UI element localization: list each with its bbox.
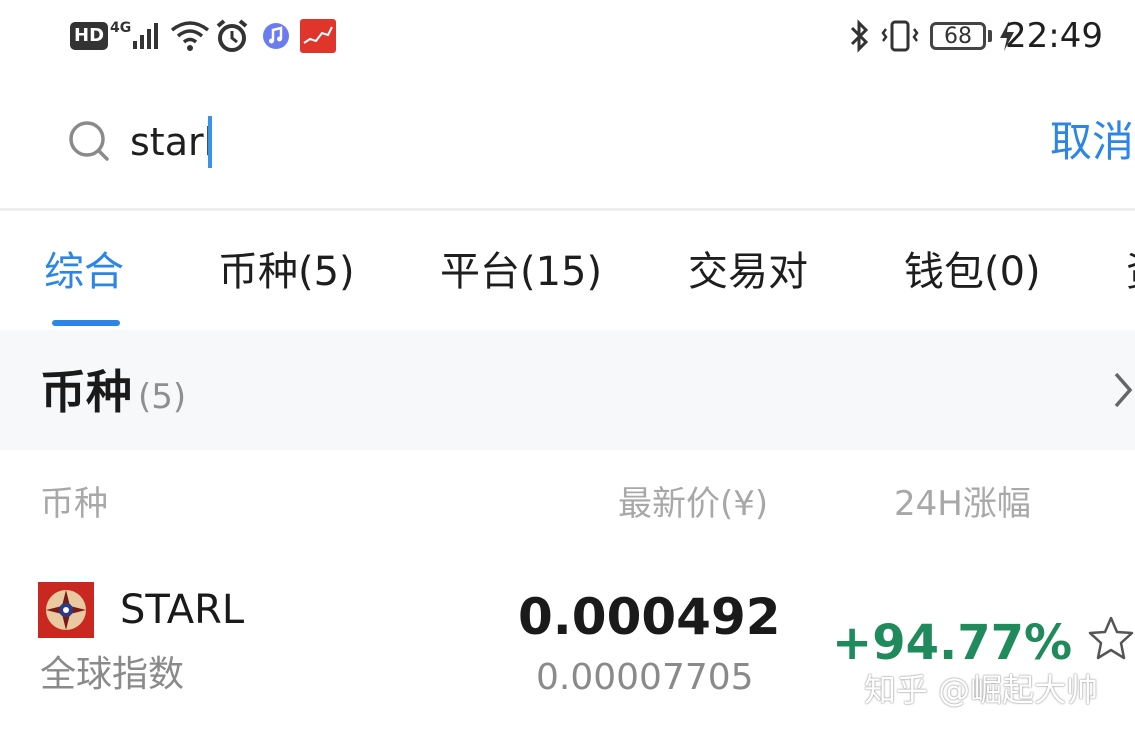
tab-more[interactable]: 资 xyxy=(1126,244,1135,300)
coin-change: +94.77% xyxy=(832,615,1073,671)
vibrate-icon xyxy=(880,18,920,54)
tab-overview[interactable]: 综合 xyxy=(44,244,124,300)
stock-app-icon xyxy=(300,18,336,54)
text-caret xyxy=(208,116,212,168)
tab-active-indicator xyxy=(52,320,120,326)
tab-coins[interactable]: 币种(5) xyxy=(218,244,355,300)
battery-icon: 68 xyxy=(930,18,992,54)
star-icon[interactable] xyxy=(1086,614,1135,668)
coin-price-secondary: 0.00007705 xyxy=(536,657,754,698)
hd-icon: HD xyxy=(70,18,109,54)
bluetooth-icon xyxy=(848,18,872,54)
coin-subtitle: 全球指数 xyxy=(40,654,185,695)
search-icon xyxy=(66,118,112,168)
cancel-button[interactable]: 取消 xyxy=(1050,114,1134,170)
watermark: 知乎 @崛起大帅 xyxy=(864,671,1099,709)
tab-wallets[interactable]: 钱包(0) xyxy=(904,244,1041,300)
status-time: 22:49 xyxy=(1005,16,1103,56)
coin-logo-icon xyxy=(38,582,94,638)
coin-symbol[interactable]: STARL xyxy=(120,584,244,636)
divider xyxy=(0,208,1135,211)
status-bar: HD 4G 68 22:49 xyxy=(0,0,1135,78)
column-header-price[interactable]: 最新价(¥) xyxy=(618,480,768,528)
alarm-icon xyxy=(214,18,250,54)
coin-price: 0.000492 xyxy=(518,588,781,646)
column-header-change[interactable]: 24H涨幅 xyxy=(894,480,1031,528)
column-header-coin: 币种 xyxy=(40,484,108,524)
wifi-icon xyxy=(170,18,210,54)
music-app-icon xyxy=(262,18,290,54)
search-input[interactable] xyxy=(130,112,1010,172)
tab-trading-pairs[interactable]: 交易对 xyxy=(688,244,808,300)
section-title: 币种 xyxy=(40,365,132,419)
tab-platforms[interactable]: 平台(15) xyxy=(440,244,602,300)
section-count: (5) xyxy=(138,377,187,417)
chevron-right-icon[interactable] xyxy=(1112,370,1134,414)
signal-icon: 4G xyxy=(110,18,161,54)
